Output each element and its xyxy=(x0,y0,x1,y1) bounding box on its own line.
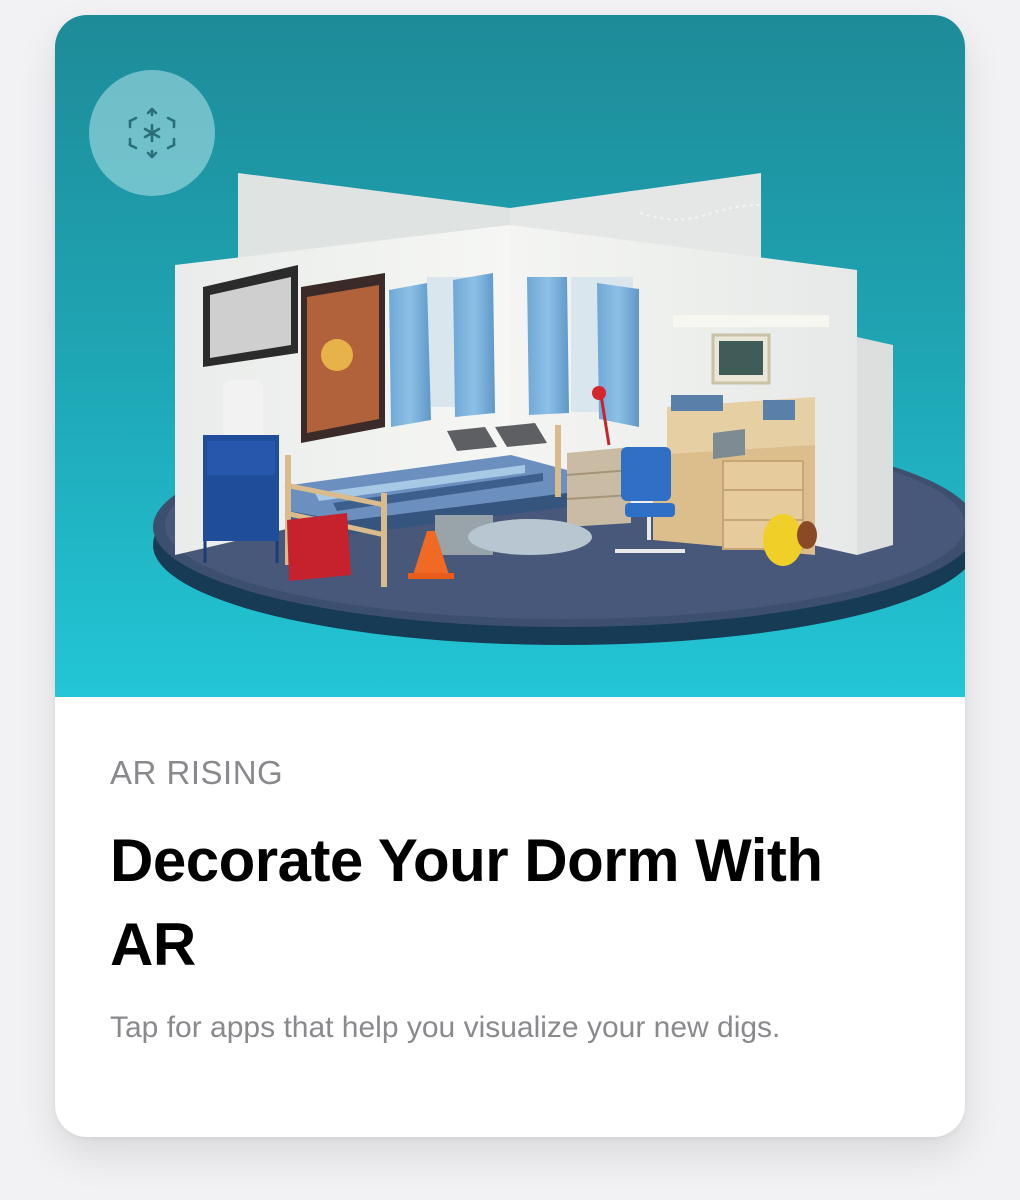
card-text: AR RISING Decorate Your Dorm With AR Tap… xyxy=(110,753,910,1051)
ar-badge xyxy=(89,70,215,196)
card-headline: Decorate Your Dorm With AR xyxy=(110,827,823,978)
story-card[interactable]: AR RISING Decorate Your Dorm With AR Tap… xyxy=(55,15,965,1137)
card-subtitle: Tap for apps that help you visualize you… xyxy=(110,1011,781,1044)
hero-illustration xyxy=(55,15,965,697)
ar-cube-icon xyxy=(124,105,180,161)
eyebrow-label: AR RISING xyxy=(110,754,284,791)
